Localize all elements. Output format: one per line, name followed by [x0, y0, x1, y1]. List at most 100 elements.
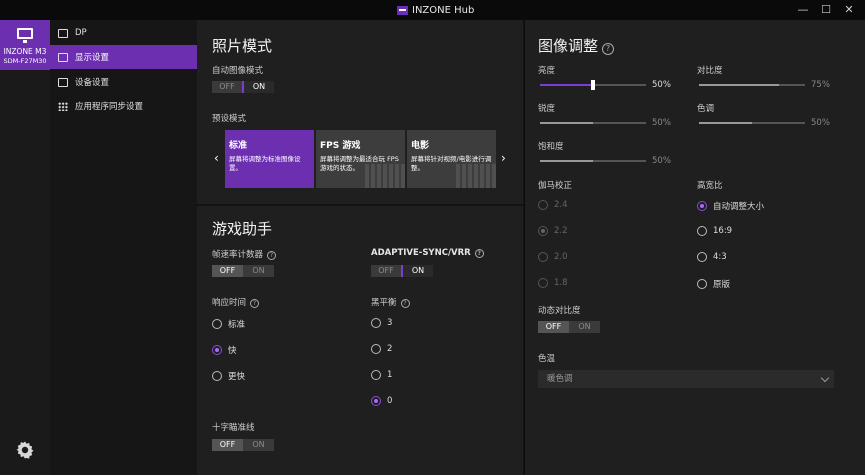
nav-item-label: 应用程序同步设置	[75, 102, 144, 112]
preset-card-standard[interactable]: 标准 屏幕将调整为标准图像设置。	[225, 130, 314, 188]
aspect-ratio-label: 高宽比	[697, 181, 723, 191]
slider-value: 50%	[652, 156, 671, 166]
close-button[interactable]: ✕	[842, 3, 856, 17]
radio-label: 更快	[228, 372, 246, 382]
preset-next-arrow[interactable]: ›	[501, 151, 506, 165]
black-eq-radio-1[interactable]: 1	[371, 370, 392, 380]
gamma-radio-2-2[interactable]: 2.2	[538, 226, 568, 236]
app-brand: INZONE Hub	[397, 4, 474, 16]
radio-circle	[538, 278, 548, 288]
fps-counter-label: 帧速率计数器?	[212, 248, 277, 260]
gamma-label: 伽马校正	[538, 181, 573, 191]
help-icon[interactable]: ?	[267, 251, 277, 260]
radio-circle	[697, 226, 707, 236]
toggle-off-option: OFF	[538, 321, 569, 333]
dynamic-contrast-toggle[interactable]: OFF ON	[538, 321, 600, 333]
auto-image-mode-toggle[interactable]: OFF ON	[212, 81, 274, 93]
help-icon[interactable]: ?	[400, 299, 410, 308]
black-eq-radio-2[interactable]: 2	[371, 344, 392, 354]
device-tile[interactable]: INZONE M3 SDM-F27M30	[0, 20, 50, 70]
radio-circle	[697, 279, 707, 289]
slider-fill	[699, 84, 779, 86]
nav-item-display-settings[interactable]: 显示设置	[50, 45, 197, 69]
crosshair-toggle[interactable]: OFF ON	[212, 439, 274, 451]
color-temp-select[interactable]: 暖色调	[538, 370, 834, 388]
response-radio-faster[interactable]: 更快	[212, 370, 245, 382]
radio-label: 0	[387, 396, 393, 406]
toggle-off-option: OFF	[212, 265, 243, 277]
slider-fill	[699, 122, 752, 124]
sharpness-slider[interactable]: 50%	[540, 118, 674, 128]
minimize-button[interactable]: —	[796, 3, 810, 17]
radio-circle	[538, 226, 548, 236]
device-rail: INZONE M3 SDM-F27M30	[0, 20, 50, 475]
slider-value: 50%	[652, 80, 671, 90]
brightness-slider[interactable]: 50%	[540, 80, 674, 90]
fps-counter-toggle[interactable]: OFF ON	[212, 265, 274, 277]
aspect-radio-4-3[interactable]: 4:3	[697, 252, 727, 262]
response-radio-fast[interactable]: 快	[212, 344, 237, 356]
gamma-radio-2-0[interactable]: 2.0	[538, 252, 568, 262]
inzone-logo-icon	[397, 5, 408, 15]
image-adjust-title-text: 图像调整	[538, 37, 599, 55]
contrast-label: 对比度	[697, 66, 723, 76]
dynamic-contrast-label: 动态对比度	[538, 306, 581, 316]
monitor-icon	[17, 28, 33, 43]
game-assist-title: 游戏助手	[212, 220, 273, 238]
gamma-radio-2-4[interactable]: 2.4	[538, 200, 568, 210]
device-name: INZONE M3	[3, 47, 47, 56]
slider-thumb[interactable]	[591, 80, 595, 90]
black-eq-radio-3[interactable]: 3	[371, 318, 392, 328]
radio-circle	[697, 252, 707, 262]
toggle-off-option: OFF	[378, 266, 394, 275]
radio-circle	[697, 201, 707, 211]
help-icon[interactable]: ?	[250, 299, 260, 308]
slider-value: 75%	[811, 80, 830, 90]
monitor-icon	[58, 77, 68, 87]
aspect-radio-16-9[interactable]: 16:9	[697, 226, 732, 236]
response-radio-standard[interactable]: 标准	[212, 318, 245, 330]
gamma-radio-1-8[interactable]: 1.8	[538, 278, 568, 288]
vrr-toggle[interactable]: OFF ON	[371, 265, 433, 277]
slider-value: 50%	[652, 118, 671, 128]
aspect-radio-original[interactable]: 原版	[697, 278, 730, 290]
radio-label: 16:9	[713, 226, 733, 236]
saturation-label: 饱和度	[538, 142, 564, 152]
preset-card-movie[interactable]: 电影 屏幕将针对视频/电影进行调整。	[407, 130, 496, 188]
nav-item-app-sync[interactable]: 应用程序同步设置	[50, 94, 197, 118]
nav-item-label: DP	[75, 28, 87, 38]
response-time-label-text: 响应时间	[212, 298, 247, 308]
saturation-slider[interactable]: 50%	[540, 156, 674, 166]
nav-item-label: 设备设置	[75, 78, 110, 88]
radio-label: 2	[387, 344, 393, 354]
preset-card-fps[interactable]: FPS 游戏 屏幕将调整为最适合玩 FPS 游戏的状态。	[316, 130, 405, 188]
auto-image-mode-label: 自动图像模式	[212, 66, 264, 76]
radio-circle	[212, 371, 222, 381]
preset-prev-arrow[interactable]: ‹	[214, 151, 219, 165]
contrast-slider[interactable]: 75%	[699, 80, 833, 90]
black-eq-radio-0[interactable]: 0	[371, 396, 392, 406]
photo-mode-title: 照片模式	[212, 37, 273, 55]
radio-circle	[371, 344, 381, 354]
preset-desc: 屏幕将调整为最适合玩 FPS 游戏的状态。	[320, 155, 399, 172]
hue-slider[interactable]: 50%	[699, 118, 833, 128]
vrr-label-text: ADAPTIVE-SYNC/VRR	[371, 248, 471, 258]
aspect-radio-auto[interactable]: 自动调整大小	[697, 200, 764, 212]
nav-item-dp[interactable]: DP	[50, 21, 197, 45]
preset-title: FPS 游戏	[320, 141, 361, 151]
toggle-on-option: ON	[578, 322, 591, 331]
brightness-label: 亮度	[538, 66, 556, 76]
select-value: 暖色调	[547, 374, 573, 384]
radio-label: 3	[387, 318, 393, 328]
help-icon[interactable]: ?	[602, 43, 615, 55]
toggle-on-option: ON	[252, 266, 265, 275]
toggle-on-option: ON	[252, 440, 265, 449]
radio-label: 4:3	[713, 252, 727, 262]
help-icon[interactable]: ?	[474, 249, 484, 258]
nav-item-device-settings[interactable]: 设备设置	[50, 70, 197, 94]
section-divider	[197, 204, 523, 206]
radio-label: 2.4	[554, 200, 568, 210]
sharpness-label: 锐度	[538, 104, 556, 114]
maximize-button[interactable]: ☐	[819, 3, 833, 17]
settings-gear-icon[interactable]	[15, 440, 35, 460]
